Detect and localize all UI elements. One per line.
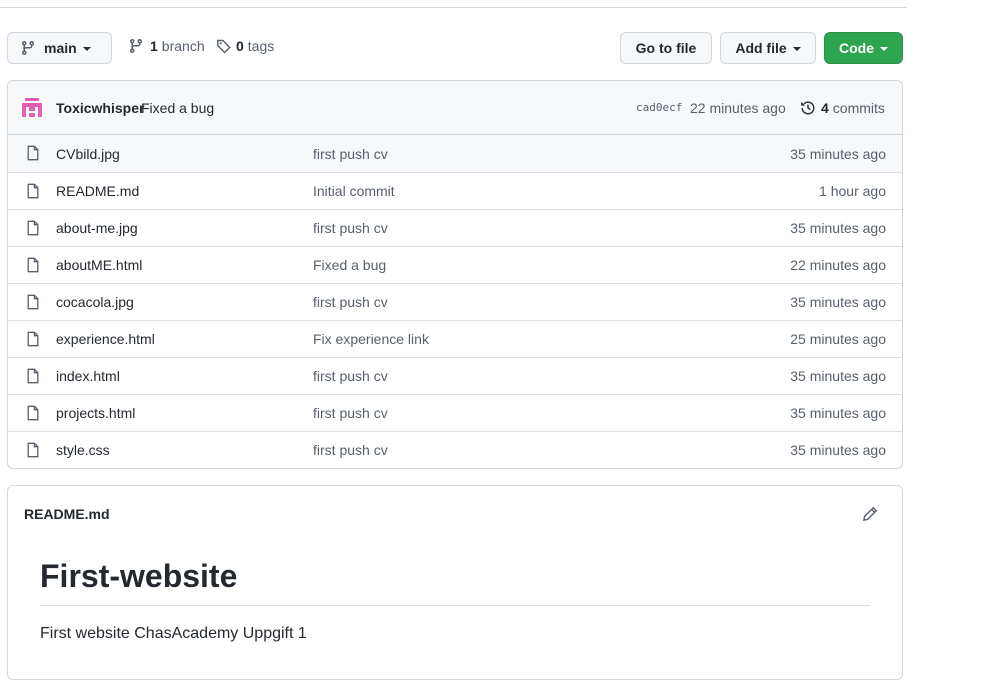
commits-link[interactable]: 4 commits — [800, 100, 885, 116]
file-commit-time: 22 minutes ago — [790, 257, 886, 273]
tags-link[interactable]: 0 tags — [216, 38, 274, 54]
branch-count: 1 — [150, 38, 158, 54]
file-commit-message[interactable]: Fix experience link — [313, 331, 429, 347]
file-row[interactable]: about-me.jpg first push cv 35 minutes ago — [8, 209, 902, 246]
chevron-down-icon — [792, 47, 801, 51]
file-icon — [25, 257, 41, 273]
file-name[interactable]: cocacola.jpg — [56, 294, 134, 310]
file-row[interactable]: index.html first push cv 35 minutes ago — [8, 357, 902, 394]
file-icon — [25, 145, 41, 161]
file-row[interactable]: README.md Initial commit 1 hour ago — [8, 172, 902, 209]
branch-select-button[interactable]: main — [7, 32, 112, 64]
code-label: Code — [839, 40, 874, 56]
file-row[interactable]: CVbild.jpg first push cv 35 minutes ago — [8, 135, 902, 172]
chevron-down-icon — [82, 47, 91, 51]
code-button[interactable]: Code — [824, 32, 903, 64]
file-row[interactable]: style.css first push cv 35 minutes ago — [8, 431, 902, 468]
file-commit-time: 35 minutes ago — [790, 442, 886, 458]
commit-author[interactable]: Toxicwhisper — [56, 100, 144, 116]
readme-body: First website ChasAcademy Uppgift 1 — [40, 625, 307, 642]
file-row[interactable]: aboutME.html Fixed a bug 22 minutes ago — [8, 246, 902, 283]
file-commit-message[interactable]: first push cv — [313, 294, 388, 310]
file-commit-time: 35 minutes ago — [790, 405, 886, 421]
file-commit-time: 35 minutes ago — [790, 368, 886, 384]
branch-name: main — [44, 40, 77, 56]
file-commit-message[interactable]: Initial commit — [313, 183, 395, 199]
file-icon — [25, 442, 41, 458]
file-commit-message[interactable]: first push cv — [313, 405, 388, 421]
avatar[interactable] — [21, 97, 43, 119]
file-commit-time: 35 minutes ago — [790, 220, 886, 236]
file-icon — [25, 405, 41, 421]
readme-divider — [40, 605, 870, 606]
readme-heading: First-website — [40, 558, 238, 594]
branches-link[interactable]: 1 branch — [128, 38, 205, 54]
file-name[interactable]: README.md — [56, 183, 139, 199]
file-name[interactable]: CVbild.jpg — [56, 146, 120, 162]
file-name[interactable]: aboutME.html — [56, 257, 142, 273]
file-icon — [25, 183, 41, 199]
file-row[interactable]: cocacola.jpg first push cv 35 minutes ago — [8, 283, 902, 320]
commit-time: 22 minutes ago — [690, 99, 786, 116]
history-icon — [801, 101, 815, 114]
go-to-file-label: Go to file — [635, 40, 697, 56]
file-name[interactable]: experience.html — [56, 331, 155, 347]
file-row[interactable]: experience.html Fix experience link 25 min… — [8, 320, 902, 357]
add-file-label: Add file — [735, 40, 787, 56]
commit-word: commits — [832, 99, 885, 116]
file-commit-time: 35 minutes ago — [790, 145, 886, 162]
file-commit-message[interactable]: Fixed a bug — [313, 257, 386, 273]
readme-filename[interactable]: README.md — [24, 506, 110, 522]
file-commit-message[interactable]: first push cv — [313, 368, 388, 384]
file-commit-time: 25 minutes ago — [790, 331, 886, 347]
file-icon — [25, 368, 41, 384]
tag-icon — [217, 39, 231, 54]
file-row[interactable]: projects.html first push cv 35 minutes ago — [8, 394, 902, 431]
latest-commit-bar: Toxicwhisper Fixed a bug cad0ecf 22 minu… — [8, 81, 902, 135]
file-commit-time: 1 hour ago — [819, 183, 886, 199]
file-commit-message[interactable]: first push cv — [313, 146, 388, 162]
commit-message[interactable]: Fixed a bug — [141, 100, 214, 116]
file-browser: Toxicwhisper Fixed a bug cad0ecf 22 minu… — [7, 80, 903, 469]
file-name[interactable]: index.html — [56, 368, 120, 384]
top-divider — [0, 7, 907, 8]
file-name[interactable]: style.css — [56, 442, 110, 458]
commit-sha[interactable]: cad0ecf — [636, 101, 682, 114]
readme-box: README.md First-website First website Ch… — [7, 485, 903, 680]
git-branch-icon — [130, 38, 142, 54]
branch-word: branch — [161, 38, 205, 54]
file-commit-message[interactable]: first push cv — [313, 442, 388, 458]
chevron-down-icon — [880, 47, 888, 51]
file-name[interactable]: projects.html — [56, 405, 135, 421]
file-icon — [25, 331, 41, 347]
file-icon — [25, 220, 41, 236]
go-to-file-button[interactable]: Go to file — [620, 32, 712, 64]
file-icon — [25, 294, 41, 310]
add-file-button[interactable]: Add file — [720, 32, 816, 64]
commit-count: 4 — [821, 99, 829, 116]
pencil-icon[interactable] — [862, 506, 878, 522]
tag-count: 0 — [236, 38, 244, 54]
git-branch-icon — [22, 40, 34, 56]
file-name[interactable]: about-me.jpg — [56, 220, 138, 236]
file-commit-message[interactable]: first push cv — [313, 220, 388, 236]
tag-word: tags — [247, 38, 275, 54]
file-commit-time: 35 minutes ago — [790, 294, 886, 310]
